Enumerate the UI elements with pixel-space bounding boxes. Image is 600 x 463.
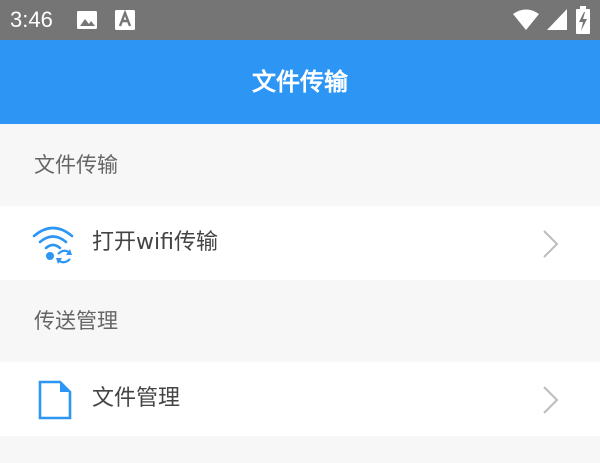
font-a-icon <box>115 9 135 30</box>
status-time: 3:46 <box>10 7 53 32</box>
list-item-label: 文件管理 <box>92 386 181 411</box>
section-header-label: 文件传输 <box>34 153 118 177</box>
chevron-right-icon <box>543 230 559 258</box>
status-bar: 3:46 <box>0 0 600 40</box>
wifi-transfer-icon <box>32 226 74 264</box>
wifi-icon <box>513 9 539 30</box>
battery-charging-icon <box>576 6 590 34</box>
image-icon <box>77 11 97 29</box>
chevron-right-icon <box>543 386 559 414</box>
page-title: 文件传输 <box>252 68 348 96</box>
list-item-label: 打开wifi传输 <box>92 230 218 255</box>
list-item-file-management[interactable]: 文件管理 <box>0 362 600 436</box>
app-bar: 文件传输 <box>0 40 600 124</box>
signal-icon <box>547 9 567 30</box>
list-item-open-wifi-transfer[interactable]: 打开wifi传输 <box>0 206 600 280</box>
section-header-transfer: 文件传输 <box>0 124 600 206</box>
document-icon <box>38 380 72 420</box>
section-header-label: 传送管理 <box>34 309 118 333</box>
section-header-transfer-management: 传送管理 <box>0 280 600 362</box>
content-list: 文件传输 打开wifi传输 传送管理 文件管理 <box>0 124 600 463</box>
